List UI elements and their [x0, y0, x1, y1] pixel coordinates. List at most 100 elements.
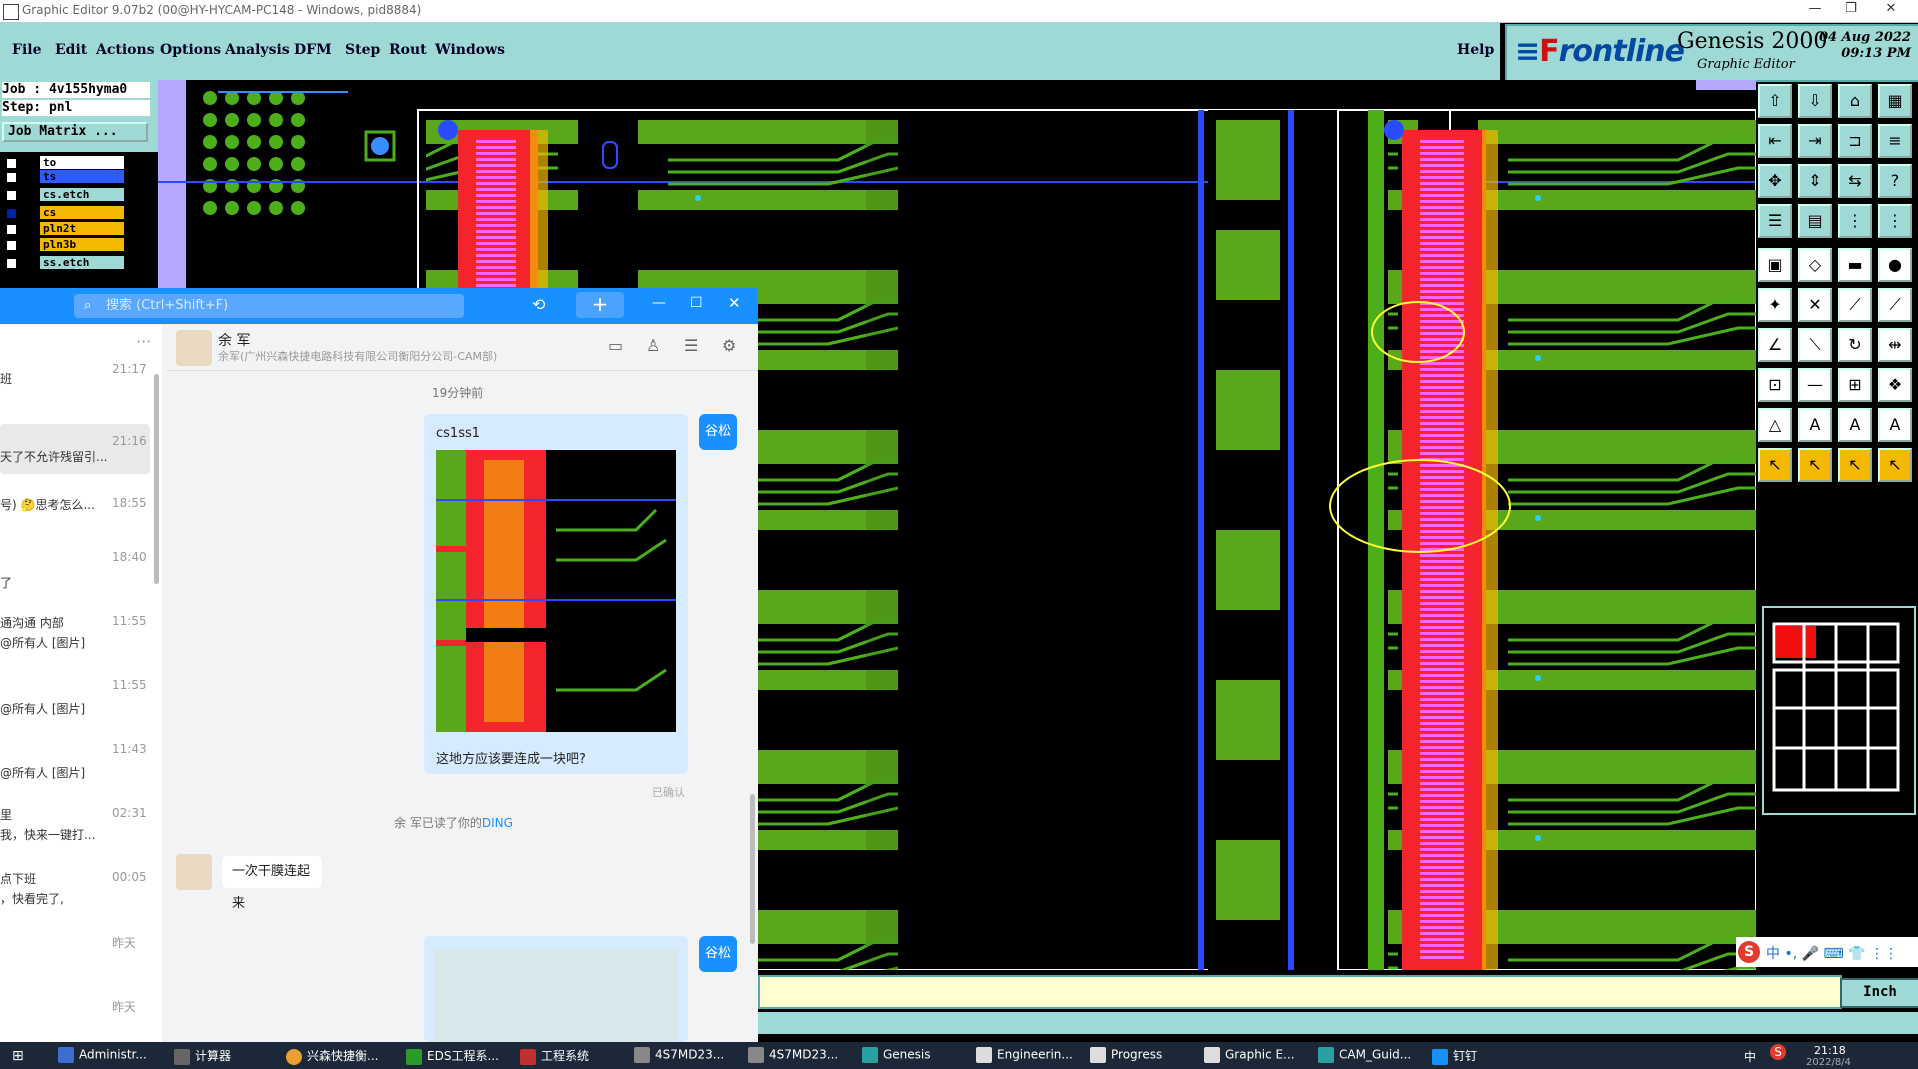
tool-button[interactable]: ▣	[1758, 248, 1792, 282]
taskbar-item[interactable]: 钉钉	[1432, 1047, 1477, 1065]
tool-button[interactable]: ⇹	[1878, 328, 1912, 362]
tool-button[interactable]: ⇧	[1758, 84, 1792, 118]
conversation-item[interactable]: @所有人 [图片] 11:55	[0, 678, 150, 718]
tool-button[interactable]: ▤	[1798, 204, 1832, 238]
conversation-item[interactable]: 了 18:40	[0, 550, 150, 600]
folder-icon[interactable]: ▭	[608, 336, 623, 355]
chat-close-button[interactable]: ✕	[728, 294, 741, 312]
taskbar-item[interactable]: Administr...	[58, 1047, 147, 1063]
tool-button[interactable]: ⋮	[1838, 204, 1872, 238]
layer-checkbox[interactable]	[6, 224, 17, 235]
conversation-item[interactable]: 昨天	[0, 934, 150, 964]
tool-button[interactable]: ⇥	[1798, 124, 1832, 158]
conversation-item[interactable]: 通沟通 内部 11:55 @所有人 [图片]	[0, 614, 150, 654]
taskbar-item[interactable]: CAM_Guid...	[1318, 1047, 1411, 1063]
tool-button[interactable]: ❖	[1878, 368, 1912, 402]
chat-maximize-button[interactable]: ☐	[690, 295, 703, 311]
layer-checkbox[interactable]	[6, 208, 17, 219]
taskbar-item[interactable]: 4S7MD23...	[748, 1047, 838, 1063]
contact-avatar[interactable]	[176, 854, 212, 890]
add-button[interactable]: +	[576, 292, 624, 318]
menu-dfm[interactable]: DFM	[294, 42, 332, 58]
my-avatar-badge[interactable]: 谷松	[699, 936, 737, 972]
layer-row[interactable]: pln3b	[4, 238, 124, 252]
layer-checkbox[interactable]	[6, 158, 17, 169]
settings-icon[interactable]: ⚙	[722, 336, 736, 355]
tool-button[interactable]: ●	[1878, 248, 1912, 282]
tool-button[interactable]: ↖	[1838, 448, 1872, 482]
message-image[interactable]	[436, 450, 676, 732]
reply-message[interactable]: 一次干膜连起来	[222, 856, 322, 911]
layer-row[interactable]: cs.etch	[4, 188, 124, 202]
units-button[interactable]: Inch	[1840, 978, 1918, 1008]
ime-toolbar[interactable]: S 中 •, 🎤 ⌨ 👕 ⋮⋮	[1736, 937, 1918, 967]
overview-map[interactable]	[1762, 606, 1916, 815]
menu-rout[interactable]: Rout	[389, 42, 427, 58]
image-message[interactable]: cs1ss1 这地方应该要连成一块吧?	[424, 414, 688, 774]
tool-button[interactable]: △	[1758, 408, 1792, 442]
taskbar-item[interactable]: 工程系统	[520, 1047, 589, 1065]
chat-search-input[interactable]: 搜索 (Ctrl+Shift+F)	[74, 294, 464, 318]
restore-button[interactable]: ❐	[1836, 1, 1866, 16]
layer-row[interactable]: pln2t	[4, 222, 124, 236]
taskbar-item[interactable]: Graphic E...	[1204, 1047, 1295, 1063]
layer-row[interactable]: cs	[4, 206, 124, 220]
conversation-item[interactable]: @所有人 [图片] 11:43	[0, 742, 150, 782]
history-icon[interactable]: ⟲	[532, 295, 545, 314]
tool-button[interactable]: ⌂	[1838, 84, 1872, 118]
minimize-button[interactable]: —	[1800, 1, 1830, 16]
layer-row[interactable]: ss.etch	[4, 256, 124, 270]
taskbar-item[interactable]: 计算器	[174, 1047, 231, 1065]
tool-button[interactable]: ↻	[1838, 328, 1872, 362]
layer-row[interactable]: ts	[4, 170, 124, 184]
tool-button[interactable]: ≡	[1878, 124, 1912, 158]
tool-button[interactable]: ⟍	[1798, 328, 1832, 362]
tool-button[interactable]: ⇆	[1838, 164, 1872, 198]
conversation-item[interactable]: 里 02:31 我，快来一键打...	[0, 806, 150, 846]
chat-scrollbar[interactable]	[750, 794, 755, 944]
tool-button[interactable]: ◇	[1798, 248, 1832, 282]
conversation-item[interactable]: 点下班 00:05 ，快看完了,	[0, 870, 150, 910]
layer-checkbox[interactable]	[6, 190, 17, 201]
close-button[interactable]: ✕	[1876, 1, 1906, 16]
menu-actions[interactable]: Actions	[96, 42, 155, 58]
message-image[interactable]	[434, 948, 678, 1042]
tool-button[interactable]: —	[1798, 368, 1832, 402]
tool-button[interactable]: A	[1878, 408, 1912, 442]
chat-minimize-button[interactable]: —	[652, 295, 666, 311]
menu-help[interactable]: Help	[1457, 42, 1494, 58]
tool-button[interactable]: ⟋	[1838, 288, 1872, 322]
tool-button[interactable]: ↖	[1878, 448, 1912, 482]
tool-button[interactable]: ↖	[1798, 448, 1832, 482]
tool-button[interactable]: ▦	[1878, 84, 1912, 118]
tool-button[interactable]: ?	[1878, 164, 1912, 198]
taskbar-item[interactable]: EDS工程系...	[406, 1047, 499, 1065]
tool-button[interactable]: ✕	[1798, 288, 1832, 322]
taskbar-item[interactable]: 4S7MD23...	[634, 1047, 724, 1063]
taskbar-item[interactable]: Engineerin...	[976, 1047, 1073, 1063]
tool-button[interactable]: ⋮	[1878, 204, 1912, 238]
taskbar-item[interactable]: Genesis	[862, 1047, 931, 1063]
conversation-item[interactable]: 号) 🤔思考怎么... 18:55	[0, 486, 150, 536]
menu-step[interactable]: Step	[345, 42, 380, 58]
sogou-icon[interactable]: S	[1738, 941, 1760, 963]
my-avatar-badge[interactable]: 谷松	[699, 414, 737, 450]
command-line[interactable]	[758, 975, 1842, 1009]
tool-button[interactable]: A	[1838, 408, 1872, 442]
menu-options[interactable]: Options	[160, 42, 221, 58]
tool-button[interactable]: ⊐	[1838, 124, 1872, 158]
tool-button[interactable]: A	[1798, 408, 1832, 442]
tool-button[interactable]: ⊡	[1758, 368, 1792, 402]
more-icon[interactable]: ···	[136, 332, 151, 351]
start-icon[interactable]: ⊞	[12, 1048, 24, 1064]
tray-language[interactable]: 中	[1744, 1048, 1756, 1065]
tool-button[interactable]: ✦	[1758, 288, 1792, 322]
search-chat-icon[interactable]: ☰	[684, 336, 698, 355]
layer-checkbox[interactable]	[6, 240, 17, 251]
taskbar-item[interactable]: Progress	[1090, 1047, 1162, 1063]
tool-button[interactable]: ⇤	[1758, 124, 1792, 158]
tool-button[interactable]: ∠	[1758, 328, 1792, 362]
image-message[interactable]	[424, 936, 688, 1042]
layer-checkbox[interactable]	[6, 258, 17, 269]
menu-file[interactable]: File	[12, 42, 41, 58]
